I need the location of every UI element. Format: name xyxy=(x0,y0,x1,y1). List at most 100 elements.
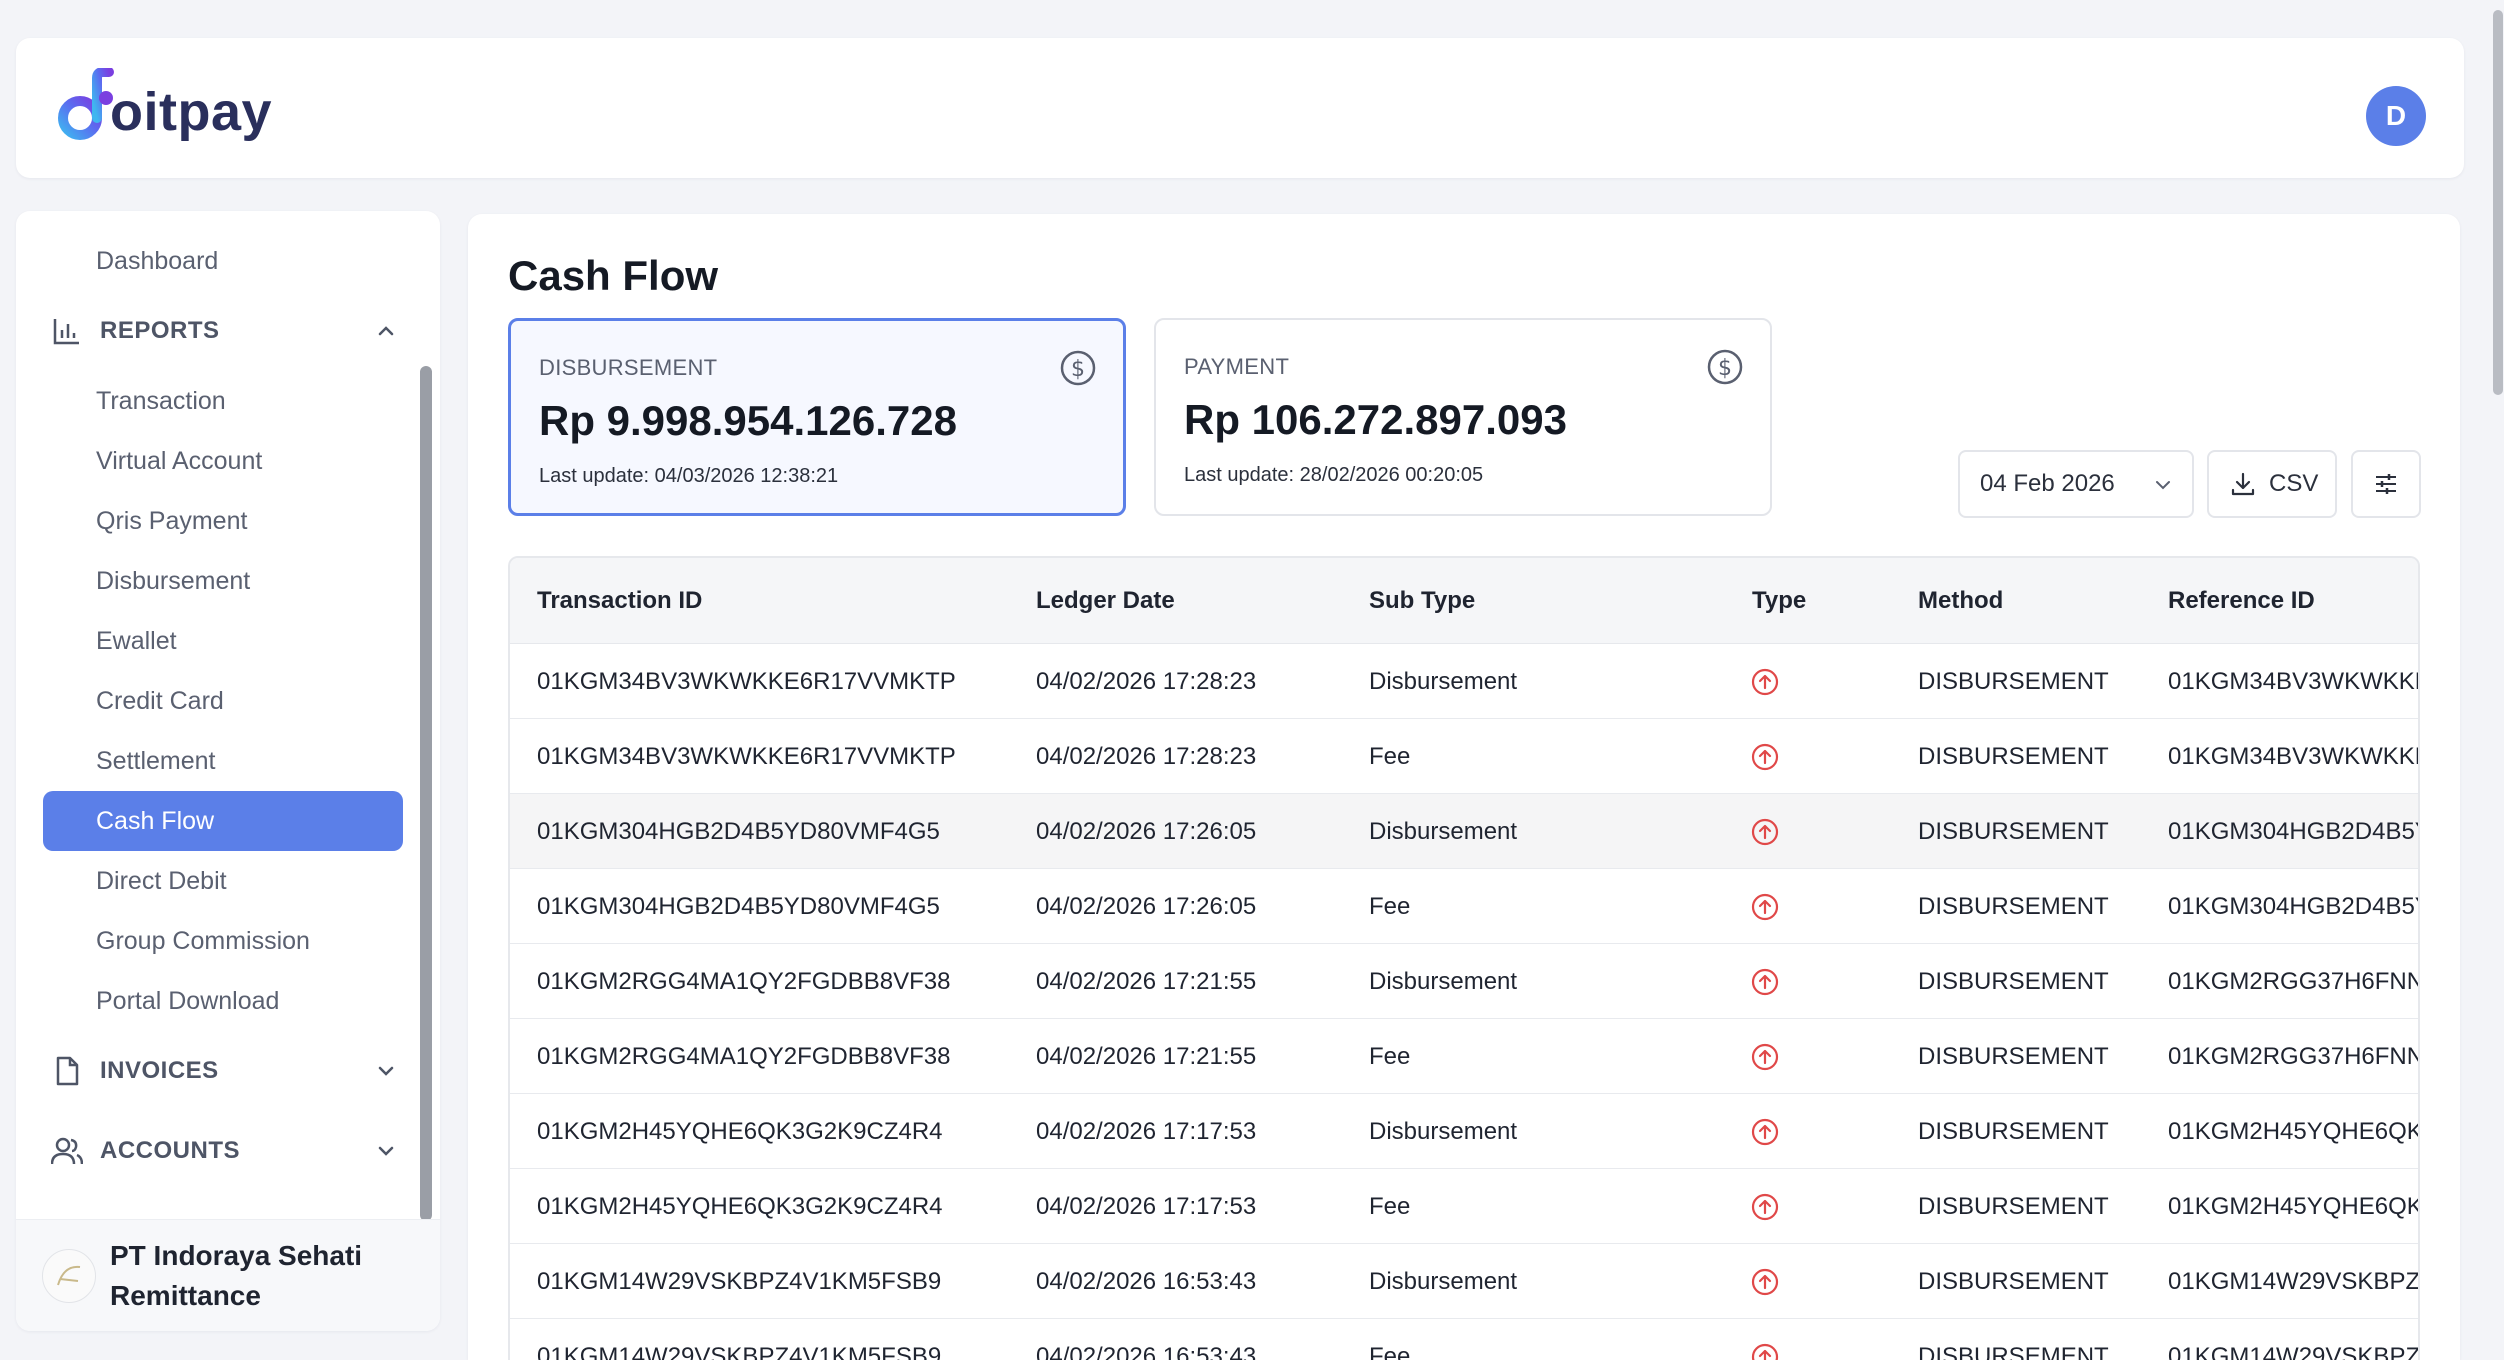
doitpay-logo[interactable]: oitpay xyxy=(54,68,272,148)
chevron-down-icon xyxy=(378,1146,394,1156)
cell-ledger-date: 04/02/2026 17:28:23 xyxy=(1036,668,1257,695)
payment-card[interactable]: PAYMENT Rp 106.272.897.093 Last update: … xyxy=(1154,318,1772,516)
sidebar-section-reports[interactable]: REPORTS xyxy=(50,309,400,353)
outgoing-arrow-icon xyxy=(1750,794,1780,869)
cell-ledger-date: 04/02/2026 17:26:05 xyxy=(1036,818,1257,845)
cell-reference-id: 01KGM2RGG37H6FNN7 xyxy=(2168,968,2420,995)
table-row[interactable]: 01KGM2H45YQHE6QK3G2K9CZ4R4 04/02/2026 17:… xyxy=(510,1094,2418,1169)
disbursement-label: DISBURSEMENT xyxy=(539,355,718,380)
outgoing-arrow-icon xyxy=(1750,1019,1780,1094)
download-icon xyxy=(2231,472,2255,496)
cell-transaction-id: 01KGM2RGG4MA1QY2FGDBB8VF38 xyxy=(537,1043,951,1070)
sidebar-item-credit-card[interactable]: Credit Card xyxy=(96,681,224,721)
sidebar-section-invoices[interactable]: INVOICES xyxy=(50,1049,400,1093)
outgoing-arrow-icon xyxy=(1750,869,1780,944)
header-reference-id[interactable]: Reference ID xyxy=(2168,558,2315,644)
sidebar-item-group-commission[interactable]: Group Commission xyxy=(96,921,310,961)
outgoing-arrow-icon xyxy=(1750,944,1780,1019)
header-ledger-date[interactable]: Ledger Date xyxy=(1036,558,1175,644)
sidebar-item-settlement[interactable]: Settlement xyxy=(96,741,216,781)
cell-reference-id: 01KGM34BV3WKWKKE6 xyxy=(2168,668,2420,695)
cell-ledger-date: 04/02/2026 16:53:43 xyxy=(1036,1268,1257,1295)
cell-sub-type: Fee xyxy=(1369,1043,1411,1070)
sliders-icon xyxy=(2376,474,2396,494)
sidebar-item-transaction[interactable]: Transaction xyxy=(96,381,226,421)
table-row[interactable]: 01KGM2RGG4MA1QY2FGDBB8VF38 04/02/2026 17:… xyxy=(510,944,2418,1019)
disbursement-card[interactable]: DISBURSEMENT Rp 9.998.954.126.728 Last u… xyxy=(508,318,1126,516)
outgoing-arrow-icon xyxy=(1750,719,1780,794)
cell-ledger-date: 04/02/2026 17:21:55 xyxy=(1036,968,1257,995)
sidebar: Dashboard REPORTS Transaction Virtual Ac… xyxy=(16,211,440,1331)
cell-reference-id: 01KGM14W29VSKBPZ4V xyxy=(2168,1268,2420,1295)
company-profile[interactable]: PT Indoraya Sehati Remittance xyxy=(16,1219,440,1331)
column-settings-button[interactable] xyxy=(2351,450,2421,518)
sidebar-item-disbursement[interactable]: Disbursement xyxy=(96,561,250,601)
payment-last-update: Last update: 28/02/2026 00:20:05 xyxy=(1184,464,1484,486)
table-row[interactable]: 01KGM14W29VSKBPZ4V1KM5FSB9 04/02/2026 16:… xyxy=(510,1319,2418,1360)
table-row[interactable]: 01KGM14W29VSKBPZ4V1KM5FSB9 04/02/2026 16:… xyxy=(510,1244,2418,1319)
payment-value: Rp 106.272.897.093 xyxy=(1184,396,1567,443)
header-transaction-id[interactable]: Transaction ID xyxy=(537,558,702,644)
outgoing-arrow-icon xyxy=(1750,1094,1780,1169)
sidebar-item-direct-debit[interactable]: Direct Debit xyxy=(96,861,227,901)
sidebar-item-qris-payment[interactable]: Qris Payment xyxy=(96,501,247,541)
cell-method: DISBURSEMENT xyxy=(1918,1268,2109,1295)
cell-sub-type: Fee xyxy=(1369,1193,1411,1220)
outgoing-arrow-icon xyxy=(1750,1169,1780,1244)
sidebar-item-virtual-account[interactable]: Virtual Account xyxy=(96,441,262,481)
table-row[interactable]: 01KGM2H45YQHE6QK3G2K9CZ4R4 04/02/2026 17:… xyxy=(510,1169,2418,1244)
cell-transaction-id: 01KGM304HGB2D4B5YD80VMF4G5 xyxy=(537,818,940,845)
sidebar-item-dashboard[interactable]: Dashboard xyxy=(96,241,218,281)
accounts-label: ACCOUNTS xyxy=(100,1137,240,1164)
cell-method: DISBURSEMENT xyxy=(1918,818,2109,845)
company-name: PT Indoraya Sehati Remittance xyxy=(110,1239,363,1311)
document-icon xyxy=(50,1054,84,1088)
table-row[interactable]: 01KGM34BV3WKWKKE6R17VVMKTP 04/02/2026 17:… xyxy=(510,644,2418,719)
cell-ledger-date: 04/02/2026 17:21:55 xyxy=(1036,1043,1257,1070)
invoices-label: INVOICES xyxy=(100,1057,219,1084)
sidebar-item-cash-flow[interactable]: Cash Flow xyxy=(43,791,403,851)
cell-method: DISBURSEMENT xyxy=(1918,1193,2109,1220)
cell-sub-type: Fee xyxy=(1369,1343,1411,1360)
sidebar-item-portal-download[interactable]: Portal Download xyxy=(96,981,279,1021)
logo-text: oitpay xyxy=(110,82,273,142)
cell-transaction-id: 01KGM2RGG4MA1QY2FGDBB8VF38 xyxy=(537,968,951,995)
sidebar-section-accounts[interactable]: ACCOUNTS xyxy=(50,1129,400,1173)
date-picker[interactable]: 04 Feb 2026 xyxy=(1958,450,2194,518)
cell-method: DISBURSEMENT xyxy=(1918,1343,2109,1360)
cell-sub-type: Fee xyxy=(1369,743,1411,770)
user-avatar[interactable]: D xyxy=(2366,86,2426,146)
sidebar-scrollbar[interactable] xyxy=(420,366,432,1221)
cell-method: DISBURSEMENT xyxy=(1918,743,2109,770)
svg-text:$: $ xyxy=(1718,356,1732,381)
table-row[interactable]: 01KGM304HGB2D4B5YD80VMF4G5 04/02/2026 17:… xyxy=(510,869,2418,944)
cell-transaction-id: 01KGM14W29VSKBPZ4V1KM5FSB9 xyxy=(537,1268,942,1295)
cell-reference-id: 01KGM304HGB2D4B5Y xyxy=(2168,818,2420,845)
cell-ledger-date: 04/02/2026 17:17:53 xyxy=(1036,1193,1257,1220)
window-scrollbar-thumb[interactable] xyxy=(2493,10,2503,395)
cell-reference-id: 01KGM2RGG37H6FNN7 xyxy=(2168,1043,2420,1070)
header-type[interactable]: Type xyxy=(1752,558,1806,644)
cell-transaction-id: 01KGM14W29VSKBPZ4V1KM5FSB9 xyxy=(537,1343,942,1360)
outgoing-arrow-icon xyxy=(1750,1244,1780,1319)
company-logo-icon xyxy=(42,1248,96,1303)
table-row[interactable]: 01KGM2RGG4MA1QY2FGDBB8VF38 04/02/2026 17:… xyxy=(510,1019,2418,1094)
cell-reference-id: 01KGM14W29VSKBPZ4V xyxy=(2168,1343,2420,1360)
cell-method: DISBURSEMENT xyxy=(1918,968,2109,995)
payment-label: PAYMENT xyxy=(1184,354,1290,379)
header-method[interactable]: Method xyxy=(1918,558,2003,644)
csv-label: CSV xyxy=(2269,470,2319,497)
table-row[interactable]: 01KGM304HGB2D4B5YD80VMF4G5 04/02/2026 17:… xyxy=(510,794,2418,869)
cell-transaction-id: 01KGM34BV3WKWKKE6R17VVMKTP xyxy=(537,743,956,770)
sidebar-item-ewallet[interactable]: Ewallet xyxy=(96,621,177,661)
header-sub-type[interactable]: Sub Type xyxy=(1369,558,1475,644)
cell-transaction-id: 01KGM34BV3WKWKKE6R17VVMKTP xyxy=(537,668,956,695)
csv-download-button[interactable]: CSV xyxy=(2207,450,2337,518)
cell-reference-id: 01KGM2H45YQHE6QK3 xyxy=(2168,1118,2420,1145)
logo-mark-icon xyxy=(58,68,114,140)
reports-label: REPORTS xyxy=(100,317,220,344)
date-value: 04 Feb 2026 xyxy=(1980,470,2115,497)
cell-sub-type: Disbursement xyxy=(1369,1268,1518,1295)
main-panel: Cash Flow DISBURSEMENT Rp 9.998.954.126.… xyxy=(468,214,2460,1360)
table-row[interactable]: 01KGM34BV3WKWKKE6R17VVMKTP 04/02/2026 17:… xyxy=(510,719,2418,794)
